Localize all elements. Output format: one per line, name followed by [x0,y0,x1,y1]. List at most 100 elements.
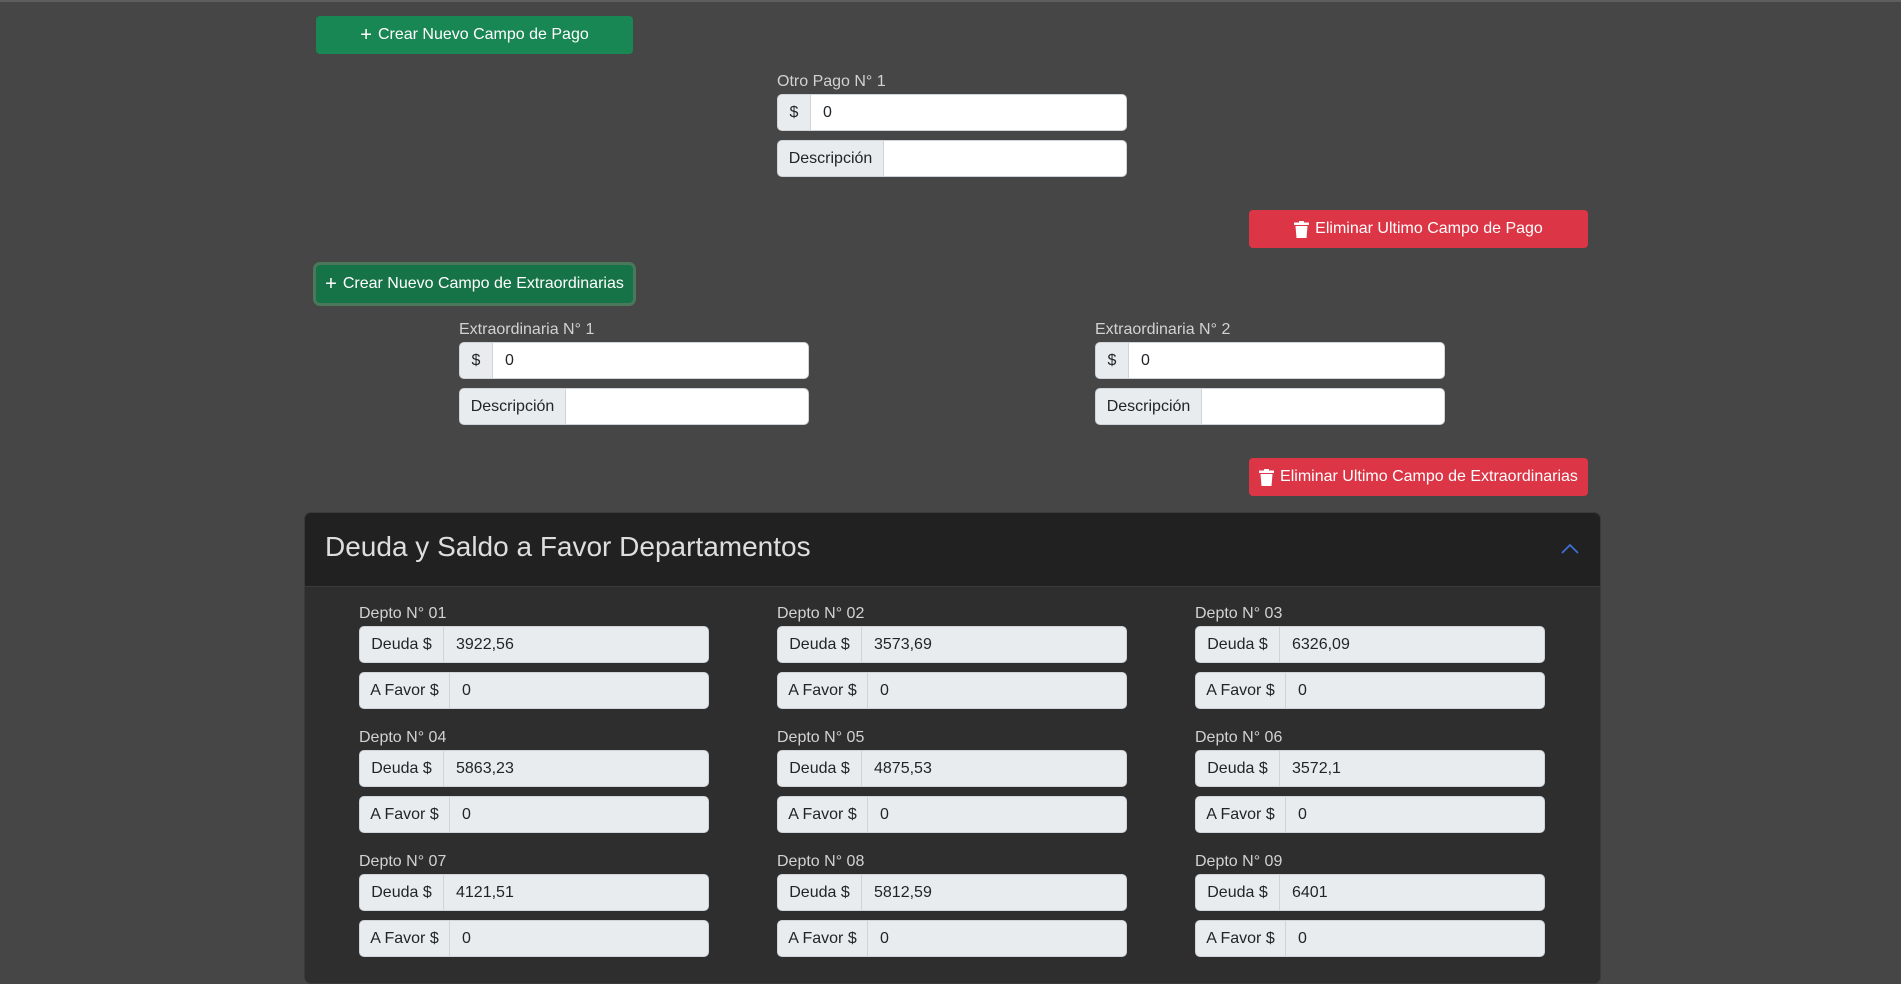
credit-addon: A Favor $ [777,796,868,833]
dept-credit-group: A Favor $0 [777,672,1127,709]
dept-debt-input[interactable]: 3572,1 [1280,750,1545,787]
payment-field-label: Otro Pago N° 1 [777,73,886,90]
dept-credit-group: A Favor $0 [777,920,1127,957]
delete-extraordinaria-field-label: Eliminar Ultimo Campo de Extraordinarias [1280,468,1578,485]
description-addon: Descripción [1095,388,1202,425]
dept-credit-group: A Favor $0 [1195,796,1545,833]
plus-icon: + [360,24,372,46]
debt-addon: Deuda $ [359,874,444,911]
dept-debt-input[interactable]: 6326,09 [1280,626,1545,663]
credit-addon: A Favor $ [777,672,868,709]
dept-debt-input[interactable]: 5863,23 [444,750,709,787]
extraordinaria-1-label: Extraordinaria N° 1 [459,321,595,338]
debt-addon: Deuda $ [1195,874,1280,911]
dept-credit-input[interactable]: 0 [868,796,1127,833]
dept-debt-input[interactable]: 3573,69 [862,626,1127,663]
deuda-accordion: Deuda y Saldo a Favor Departamentos [304,512,1601,984]
delete-extraordinaria-field-button[interactable]: Eliminar Ultimo Campo de Extraordinarias [1249,458,1588,496]
dept-debt-group: Deuda $4121,51 [359,874,709,911]
dept-debt-group: Deuda $3573,69 [777,626,1127,663]
dept-label: Depto N° 03 [1195,605,1283,622]
trash-icon [1294,220,1310,238]
dept-credit-group: A Favor $0 [359,920,709,957]
dept-debt-input[interactable]: 6401 [1280,874,1545,911]
debt-addon: Deuda $ [777,750,862,787]
delete-payment-field-button[interactable]: Eliminar Ultimo Campo de Pago [1249,210,1588,248]
payment-amount-input[interactable]: 0 [811,94,1127,131]
dept-debt-input[interactable]: 5812,59 [862,874,1127,911]
dept-credit-input[interactable]: 0 [450,796,709,833]
chevron-up-icon[interactable] [1560,541,1580,555]
credit-addon: A Favor $ [359,672,450,709]
credit-addon: A Favor $ [359,796,450,833]
currency-addon: $ [459,342,493,379]
dept-credit-group: A Favor $0 [359,796,709,833]
credit-addon: A Favor $ [777,920,868,957]
dept-credit-input[interactable]: 0 [868,920,1127,957]
dept-credit-group: A Favor $0 [1195,672,1545,709]
credit-addon: A Favor $ [1195,672,1286,709]
description-addon: Descripción [459,388,566,425]
payment-amount-group: $ 0 [777,94,1127,131]
dept-debt-input[interactable]: 3922,56 [444,626,709,663]
dept-credit-input[interactable]: 0 [868,672,1127,709]
dept-label: Depto N° 05 [777,729,865,746]
dept-credit-group: A Favor $0 [359,672,709,709]
create-extraordinaria-field-button[interactable]: + Crear Nuevo Campo de Extraordinarias [316,265,633,303]
dept-debt-input[interactable]: 4875,53 [862,750,1127,787]
dept-debt-group: Deuda $5863,23 [359,750,709,787]
top-border [0,0,1901,2]
debt-addon: Deuda $ [1195,626,1280,663]
dept-credit-input[interactable]: 0 [450,920,709,957]
extraordinaria-2-amount-group: $ 0 [1095,342,1445,379]
dept-debt-group: Deuda $4875,53 [777,750,1127,787]
debt-addon: Deuda $ [777,874,862,911]
credit-addon: A Favor $ [359,920,450,957]
credit-addon: A Favor $ [1195,920,1286,957]
extraordinaria-2-description-input[interactable] [1202,388,1445,425]
dept-debt-group: Deuda $6326,09 [1195,626,1545,663]
credit-addon: A Favor $ [1195,796,1286,833]
currency-addon: $ [1095,342,1129,379]
currency-addon: $ [777,94,811,131]
create-payment-field-label: Crear Nuevo Campo de Pago [377,26,589,43]
dept-label: Depto N° 02 [777,605,865,622]
dept-label: Depto N° 04 [359,729,447,746]
payment-description-group: Descripción [777,140,1127,177]
dept-debt-group: Deuda $5812,59 [777,874,1127,911]
dept-label: Depto N° 09 [1195,853,1283,870]
debt-addon: Deuda $ [359,626,444,663]
debt-addon: Deuda $ [359,750,444,787]
extraordinaria-2-description-group: Descripción [1095,388,1445,425]
dept-credit-input[interactable]: 0 [450,672,709,709]
extraordinaria-1-amount-group: $ 0 [459,342,809,379]
deuda-section-title: Deuda y Saldo a Favor Departamentos [325,531,811,562]
extraordinaria-1-description-group: Descripción [459,388,809,425]
dept-credit-input[interactable]: 0 [1286,920,1545,957]
dept-label: Depto N° 01 [359,605,447,622]
dept-debt-group: Deuda $6401 [1195,874,1545,911]
dept-credit-input[interactable]: 0 [1286,796,1545,833]
debt-addon: Deuda $ [1195,750,1280,787]
dept-credit-input[interactable]: 0 [1286,672,1545,709]
dept-credit-group: A Favor $0 [777,796,1127,833]
trash-icon [1259,468,1275,486]
dept-debt-input[interactable]: 4121,51 [444,874,709,911]
payment-description-input[interactable] [884,140,1127,177]
debt-addon: Deuda $ [777,626,862,663]
extraordinaria-2-amount-input[interactable]: 0 [1129,342,1445,379]
extraordinaria-1-description-input[interactable] [566,388,809,425]
extraordinaria-1-amount-input[interactable]: 0 [493,342,809,379]
create-extraordinaria-field-label: Crear Nuevo Campo de Extraordinarias [342,275,624,292]
dept-label: Depto N° 08 [777,853,865,870]
dept-label: Depto N° 07 [359,853,447,870]
create-payment-field-button[interactable]: + Crear Nuevo Campo de Pago [316,16,633,54]
extraordinaria-2-label: Extraordinaria N° 2 [1095,321,1231,338]
dept-debt-group: Deuda $3922,56 [359,626,709,663]
delete-payment-field-label: Eliminar Ultimo Campo de Pago [1315,220,1543,237]
dept-label: Depto N° 06 [1195,729,1283,746]
plus-icon: + [325,273,337,295]
description-addon: Descripción [777,140,884,177]
deuda-accordion-header[interactable]: Deuda y Saldo a Favor Departamentos [305,513,1600,587]
dept-credit-group: A Favor $0 [1195,920,1545,957]
